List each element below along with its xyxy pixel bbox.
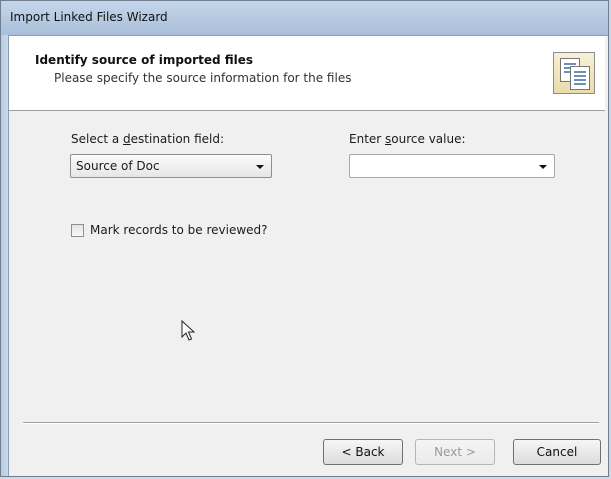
back-button[interactable]: < Back (323, 439, 403, 465)
source-value-label: Enter source value: (349, 132, 466, 146)
label-text: ource value: (391, 132, 466, 146)
next-button[interactable]: Next > (415, 439, 495, 465)
title-bar[interactable]: Import Linked Files Wizard (1, 1, 608, 36)
label-text: estination field: (130, 132, 225, 146)
review-checkbox[interactable] (71, 224, 84, 237)
wizard-window: Import Linked Files Wizard Identify sour… (0, 0, 609, 477)
button-separator (23, 422, 599, 424)
cancel-button[interactable]: Cancel (513, 439, 601, 465)
linked-documents-icon (553, 52, 595, 94)
wizard-header: Identify source of imported files Please… (9, 36, 605, 111)
destination-field-label: Select a destination field: (71, 132, 224, 146)
destination-field-dropdown[interactable]: Source of Doc (70, 154, 272, 178)
window-title: Import Linked Files Wizard (10, 10, 168, 24)
chevron-down-icon[interactable] (539, 165, 547, 169)
window-frame (1, 35, 9, 476)
source-value-combo[interactable] (349, 154, 555, 178)
header-title: Identify source of imported files (35, 53, 254, 67)
mouse-pointer-icon (181, 320, 195, 341)
chevron-down-icon[interactable] (256, 165, 264, 169)
wizard-client-area: Identify source of imported files Please… (9, 36, 605, 473)
label-text: Enter (349, 132, 386, 146)
document-icon (570, 66, 590, 90)
review-checkbox-label[interactable]: Mark records to be reviewed? (90, 223, 268, 237)
header-subtitle: Please specify the source information fo… (54, 71, 352, 85)
label-text: Select a (71, 132, 124, 146)
access-key: d (123, 132, 131, 146)
destination-field-value: Source of Doc (76, 159, 160, 173)
